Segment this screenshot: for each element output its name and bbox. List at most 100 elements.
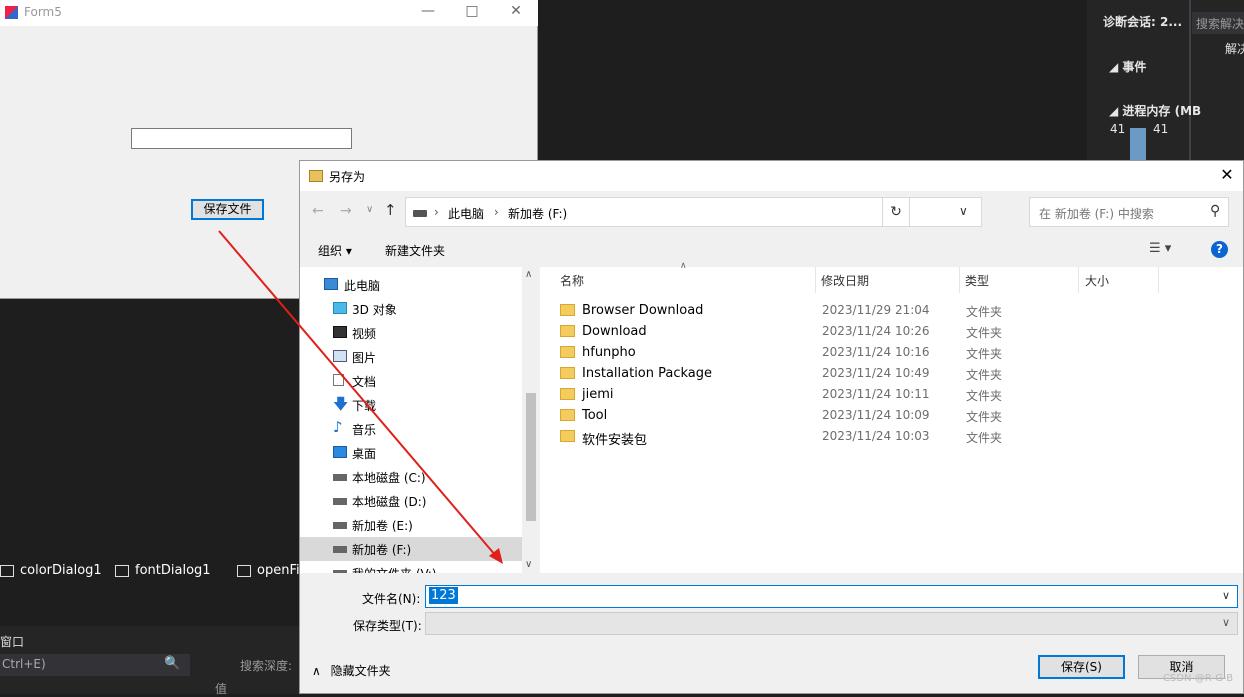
- watch-panel-title: 窗口: [0, 635, 25, 649]
- chevron-down-icon[interactable]: ∨: [366, 204, 373, 215]
- nav-item-documents[interactable]: 文档: [300, 369, 522, 393]
- file-date: 2023/11/29 21:04: [822, 303, 930, 317]
- cube-3d-icon: [333, 302, 347, 314]
- minimize-icon[interactable]: —: [418, 3, 438, 23]
- nav-item-3d-objects[interactable]: 3D 对象: [300, 297, 522, 321]
- back-arrow-icon[interactable]: ←: [312, 203, 324, 219]
- nav-item-drive-f[interactable]: 新加卷 (F:): [300, 537, 522, 561]
- nav-item-label: 文档: [352, 375, 377, 389]
- file-row[interactable]: Installation Package 2023/11/24 10:49 文件…: [560, 363, 1240, 384]
- hide-folders-toggle[interactable]: ∧ 隐藏文件夹: [312, 662, 391, 679]
- tray-open-file-label: openFil: [257, 563, 304, 578]
- drive-icon: [413, 210, 427, 217]
- chevron-down-icon[interactable]: ∨: [1222, 616, 1230, 629]
- file-row[interactable]: Tool 2023/11/24 10:09 文件夹: [560, 405, 1240, 426]
- tray-font-dialog[interactable]: fontDialog1: [115, 563, 211, 578]
- save-file-button[interactable]: 保存文件: [191, 199, 264, 220]
- filetype-select[interactable]: ∨: [425, 612, 1238, 635]
- column-header-size[interactable]: 大小: [1085, 272, 1109, 289]
- search-icon[interactable]: 🔍: [164, 656, 180, 671]
- file-row[interactable]: Download 2023/11/24 10:26 文件夹: [560, 321, 1240, 342]
- column-separator[interactable]: [1078, 267, 1079, 293]
- nav-item-drive-c[interactable]: 本地磁盘 (C:): [300, 465, 522, 489]
- computer-icon: [324, 278, 338, 290]
- tray-color-dialog[interactable]: colorDialog1: [0, 563, 102, 578]
- close-icon[interactable]: ✕: [506, 3, 526, 23]
- help-icon[interactable]: ?: [1211, 241, 1228, 258]
- nav-item-label: 视频: [352, 327, 377, 341]
- filename-label: 文件名(N):: [362, 592, 421, 606]
- file-type: 文件夹: [966, 410, 1003, 424]
- dialog-titlebar[interactable]: 另存为 ✕: [300, 161, 1243, 191]
- maximize-icon[interactable]: □: [462, 3, 482, 23]
- search-input[interactable]: 在 新加卷 (F:) 中搜索 ⚲: [1029, 197, 1229, 227]
- scrollbar-thumb[interactable]: [526, 393, 536, 521]
- nav-item-music[interactable]: ♪ 音乐: [300, 417, 522, 441]
- column-header-date[interactable]: 修改日期: [821, 272, 869, 289]
- file-type: 文件夹: [966, 389, 1003, 403]
- chevron-down-icon[interactable]: ∨: [959, 204, 968, 218]
- nav-item-drive-d[interactable]: 本地磁盘 (D:): [300, 489, 522, 513]
- solution-explorer-label[interactable]: 解决: [1225, 40, 1244, 57]
- solution-search-input[interactable]: 搜索解决: [1192, 12, 1244, 34]
- file-type: 文件夹: [966, 326, 1003, 340]
- filename-value[interactable]: 123: [429, 587, 458, 604]
- process-memory-label[interactable]: ◢ 进程内存 (MB: [1109, 102, 1201, 119]
- nav-item-videos[interactable]: 视频: [300, 321, 522, 345]
- up-arrow-icon[interactable]: ↑: [384, 201, 397, 219]
- save-button[interactable]: 保存(S): [1038, 655, 1125, 679]
- nav-item-drive-v[interactable]: 我的文件夹 (V:): [300, 561, 522, 573]
- picture-icon: [333, 350, 347, 362]
- nav-item-drive-e[interactable]: 新加卷 (E:): [300, 513, 522, 537]
- nav-item-label: 新加卷 (E:): [352, 519, 413, 533]
- file-date: 2023/11/24 10:16: [822, 345, 930, 359]
- breadcrumb-separator-icon[interactable]: ›: [434, 205, 439, 219]
- nav-item-label: 图片: [352, 351, 377, 365]
- document-icon: [333, 374, 344, 386]
- file-row[interactable]: jiemi 2023/11/24 10:11 文件夹: [560, 384, 1240, 405]
- organize-button[interactable]: 组织 ▾: [318, 242, 352, 259]
- refresh-icon[interactable]: ↻: [882, 197, 910, 227]
- forward-arrow-icon[interactable]: →: [340, 203, 352, 219]
- breadcrumb-separator-icon[interactable]: ›: [494, 205, 499, 219]
- nav-item-label: 我的文件夹 (V:): [352, 565, 436, 573]
- file-row[interactable]: 软件安装包 2023/11/24 10:03 文件夹: [560, 426, 1240, 448]
- tray-color-dialog-label: colorDialog1: [20, 563, 102, 578]
- scroll-up-icon[interactable]: ∧: [525, 269, 532, 280]
- search-icon[interactable]: ⚲: [1210, 203, 1220, 219]
- drive-icon: [333, 570, 347, 573]
- navigation-pane[interactable]: 此电脑 3D 对象 视频 图片 文档 🡇 下载 ♪ 音乐 桌面 本地磁盘 (C:…: [300, 267, 539, 573]
- nav-item-label: 新加卷 (F:): [352, 543, 412, 557]
- nav-item-this-pc[interactable]: 此电脑: [300, 273, 522, 297]
- nav-item-pictures[interactable]: 图片: [300, 345, 522, 369]
- chevron-down-icon[interactable]: ∨: [1222, 589, 1230, 602]
- view-options-icon[interactable]: ☰ ▾: [1149, 241, 1171, 256]
- column-separator[interactable]: [815, 267, 816, 293]
- drive-icon: [333, 498, 347, 505]
- form5-textbox[interactable]: [131, 128, 352, 149]
- save-as-dialog: 另存为 ✕ ← → ∨ ↑ › 此电脑 › 新加卷 (F:) ∨ ↻ 在 新加卷…: [299, 160, 1244, 694]
- column-header-name[interactable]: 名称: [560, 272, 584, 289]
- filename-input[interactable]: 123 ∨: [425, 585, 1238, 608]
- nav-item-label: 3D 对象: [352, 303, 397, 317]
- column-separator[interactable]: [1158, 267, 1159, 293]
- column-header-type[interactable]: 类型: [965, 272, 989, 289]
- nav-item-desktop[interactable]: 桌面: [300, 441, 522, 465]
- form5-titlebar[interactable]: Form5 — □ ✕: [0, 0, 538, 26]
- breadcrumb-drive-f[interactable]: 新加卷 (F:): [508, 205, 567, 222]
- scroll-down-icon[interactable]: ∨: [525, 559, 532, 570]
- new-folder-button[interactable]: 新建文件夹: [385, 242, 445, 259]
- watch-search-input[interactable]: Ctrl+E): [0, 654, 190, 676]
- tray-open-file-dialog[interactable]: openFil: [237, 563, 303, 578]
- nav-item-downloads[interactable]: 🡇 下载: [300, 393, 522, 417]
- file-row[interactable]: hfunpho 2023/11/24 10:16 文件夹: [560, 342, 1240, 363]
- drive-icon: [333, 546, 347, 553]
- close-icon[interactable]: ✕: [1216, 165, 1238, 187]
- folder-icon: [560, 304, 575, 316]
- watermark: CSDN @R-G-B: [1163, 673, 1234, 684]
- file-row[interactable]: Browser Download 2023/11/29 21:04 文件夹: [560, 300, 1240, 321]
- events-section-label[interactable]: ◢ 事件: [1109, 58, 1146, 75]
- breadcrumb-this-pc[interactable]: 此电脑: [448, 205, 484, 222]
- column-separator[interactable]: [959, 267, 960, 293]
- download-icon: 🡇: [333, 395, 349, 413]
